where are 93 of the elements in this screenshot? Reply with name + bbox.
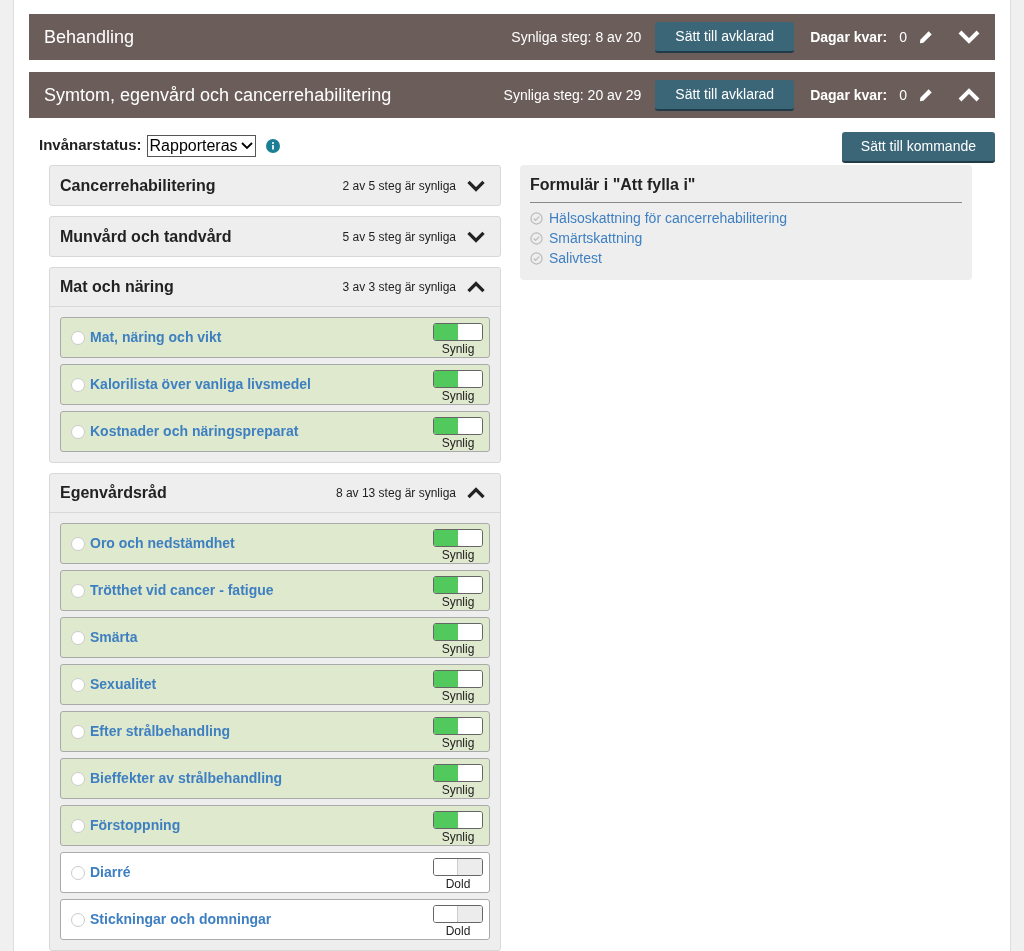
toggle-label: Synlig bbox=[441, 640, 475, 657]
visibility-toggle[interactable] bbox=[433, 904, 483, 923]
check-circle-icon bbox=[530, 211, 543, 225]
visibility-toggle[interactable] bbox=[433, 857, 483, 876]
radio-button[interactable] bbox=[71, 724, 85, 739]
step-link[interactable]: Förstoppning bbox=[90, 815, 433, 836]
step-link[interactable]: Kostnader och näringspreparat bbox=[90, 421, 433, 442]
step-link[interactable]: Sexualitet bbox=[90, 674, 433, 695]
group-header[interactable]: Cancerrehabilitering 2 av 5 steg är synliga bbox=[50, 166, 500, 205]
step-row[interactable]: Bieffekter av strålbehandling Synlig bbox=[60, 758, 490, 799]
radio-button[interactable] bbox=[71, 865, 85, 880]
status-select[interactable]: Rapporteras bbox=[146, 134, 256, 157]
step-row[interactable]: Kostnader och näringspreparat Synlig bbox=[60, 411, 490, 452]
section-title: Behandling bbox=[44, 25, 136, 49]
step-row[interactable]: Förstoppning Synlig bbox=[60, 805, 490, 846]
set-completed-button[interactable]: Sätt till avklarad bbox=[655, 21, 795, 53]
toggle-label: Dold bbox=[445, 922, 471, 939]
toggle-label: Synlig bbox=[441, 734, 475, 751]
step-link[interactable]: Diarré bbox=[90, 862, 433, 883]
visibility-toggle[interactable] bbox=[433, 622, 483, 641]
expand-chevron-icon[interactable] bbox=[957, 29, 981, 45]
step-link[interactable]: Bieffekter av strålbehandling bbox=[90, 768, 433, 789]
step-link[interactable]: Mat, näring och vikt bbox=[90, 327, 433, 348]
toggle-label: Synlig bbox=[441, 340, 475, 357]
radio-button[interactable] bbox=[71, 677, 85, 692]
step-row[interactable]: Diarré Dold bbox=[60, 852, 490, 893]
toggle-label: Dold bbox=[445, 875, 471, 892]
expand-chevron-icon[interactable] bbox=[466, 229, 486, 244]
visible-steps-text: Synliga steg: 20 av 29 bbox=[503, 85, 642, 105]
days-left-label: Dagar kvar: bbox=[810, 85, 888, 105]
toggle-label: Synlig bbox=[441, 828, 475, 845]
radio-button[interactable] bbox=[71, 536, 85, 551]
collapse-chevron-icon[interactable] bbox=[466, 486, 486, 500]
step-row[interactable]: Kalorilista över vanliga livsmedel Synlig bbox=[60, 364, 490, 405]
toggle-label: Synlig bbox=[441, 387, 475, 404]
days-left-value: 0 bbox=[899, 27, 907, 47]
visible-steps-text: Synliga steg: 8 av 20 bbox=[511, 27, 642, 47]
step-link[interactable]: Kalorilista över vanliga livsmedel bbox=[90, 374, 433, 395]
days-left-label: Dagar kvar: bbox=[810, 27, 888, 47]
pencil-icon[interactable] bbox=[919, 88, 933, 102]
step-row[interactable]: Oro och nedstämdhet Synlig bbox=[60, 523, 490, 564]
step-row[interactable]: Trötthet vid cancer - fatigue Synlig bbox=[60, 570, 490, 611]
toggle-label: Synlig bbox=[441, 781, 475, 798]
step-link[interactable]: Efter strålbehandling bbox=[90, 721, 433, 742]
check-circle-icon bbox=[530, 231, 543, 245]
step-row[interactable]: Efter strålbehandling Synlig bbox=[60, 711, 490, 752]
radio-button[interactable] bbox=[71, 330, 85, 345]
visibility-toggle[interactable] bbox=[433, 369, 483, 388]
expand-chevron-icon[interactable] bbox=[466, 178, 486, 193]
status-label: Invånarstatus: bbox=[39, 135, 142, 156]
group-header[interactable]: Egenvårdsråd 8 av 13 steg är synliga bbox=[50, 474, 500, 513]
radio-button[interactable] bbox=[71, 424, 85, 439]
form-link[interactable]: Hälsoskattning för cancerrehabilitering bbox=[549, 207, 788, 229]
group-header[interactable]: Mat och näring 3 av 3 steg är synliga bbox=[50, 268, 500, 307]
set-completed-button[interactable]: Sätt till avklarad bbox=[655, 79, 795, 111]
step-link[interactable]: Oro och nedstämdhet bbox=[90, 533, 433, 554]
check-circle-icon bbox=[530, 251, 543, 265]
visibility-toggle[interactable] bbox=[433, 528, 483, 547]
forms-title: Formulär i "Att fylla i" bbox=[530, 173, 962, 203]
radio-button[interactable] bbox=[71, 771, 85, 786]
visibility-toggle[interactable] bbox=[433, 669, 483, 688]
step-row[interactable]: Smärta Synlig bbox=[60, 617, 490, 658]
form-link[interactable]: Smärtskattning bbox=[549, 227, 643, 249]
info-icon[interactable] bbox=[265, 138, 280, 153]
group-header[interactable]: Munvård och tandvård 5 av 5 steg är synliga bbox=[50, 217, 500, 256]
dropdown-caret-icon bbox=[240, 141, 253, 150]
visibility-toggle[interactable] bbox=[433, 810, 483, 829]
visibility-toggle[interactable] bbox=[433, 716, 483, 735]
radio-button[interactable] bbox=[71, 583, 85, 598]
radio-button[interactable] bbox=[71, 912, 85, 927]
set-upcoming-button[interactable]: Sätt till kommande bbox=[841, 132, 995, 163]
step-row[interactable]: Stickningar och domningar Dold bbox=[60, 899, 490, 940]
visibility-toggle[interactable] bbox=[433, 575, 483, 594]
step-row[interactable]: Mat, näring och vikt Synlig bbox=[60, 317, 490, 358]
visibility-toggle[interactable] bbox=[433, 763, 483, 782]
step-link[interactable]: Trötthet vid cancer - fatigue bbox=[90, 580, 433, 601]
form-link[interactable]: Salivtest bbox=[549, 247, 602, 269]
days-left-value: 0 bbox=[899, 85, 907, 105]
step-link[interactable]: Stickningar och domningar bbox=[90, 909, 433, 930]
step-row[interactable]: Sexualitet Synlig bbox=[60, 664, 490, 705]
toggle-label: Synlig bbox=[441, 546, 475, 563]
toggle-label: Synlig bbox=[441, 593, 475, 610]
toggle-label: Synlig bbox=[441, 434, 475, 451]
visibility-toggle[interactable] bbox=[433, 416, 483, 435]
visibility-toggle[interactable] bbox=[433, 322, 483, 341]
radio-button[interactable] bbox=[71, 630, 85, 645]
pencil-icon[interactable] bbox=[919, 30, 933, 44]
radio-button[interactable] bbox=[71, 818, 85, 833]
section-title: Symtom, egenvård och cancerrehabilitering bbox=[44, 83, 393, 107]
toggle-label: Synlig bbox=[441, 687, 475, 704]
step-link[interactable]: Smärta bbox=[90, 627, 433, 648]
collapse-chevron-icon[interactable] bbox=[466, 280, 486, 294]
radio-button[interactable] bbox=[71, 377, 85, 392]
